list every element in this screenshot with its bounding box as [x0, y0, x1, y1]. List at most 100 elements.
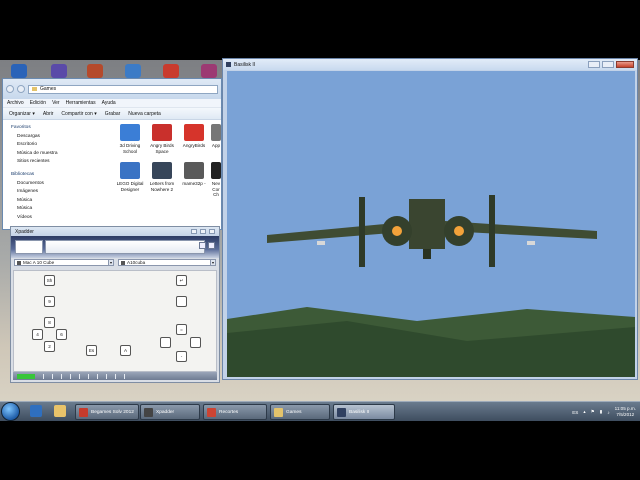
address-bar[interactable]: Games	[28, 84, 218, 94]
file-thumbnail	[120, 162, 140, 179]
file-thumbnail	[120, 124, 140, 141]
key-shift[interactable]: Sh	[44, 275, 55, 286]
taskbar-item-games[interactable]: Games	[270, 404, 330, 420]
key-8[interactable]: 8	[44, 317, 55, 328]
menu-edicion[interactable]: Edición	[30, 100, 46, 106]
folder-icon	[32, 87, 37, 91]
volume-icon[interactable]: ♪	[607, 410, 609, 415]
menu-herramientas[interactable]: Herramientas	[66, 100, 96, 106]
back-button[interactable]	[6, 85, 14, 93]
flag-icon[interactable]: ⚑	[591, 409, 595, 415]
sky	[227, 71, 635, 311]
menu-ver[interactable]: Ver	[52, 100, 60, 106]
key-unassigned[interactable]	[176, 296, 187, 307]
xpadder-title: Xpadder	[15, 228, 34, 235]
forward-button[interactable]	[17, 85, 25, 93]
internet-explorer-icon[interactable]	[30, 405, 42, 417]
key-2[interactable]: 2	[44, 341, 55, 352]
maximize-button[interactable]	[602, 61, 614, 68]
controller-layout: Sh 9 8 4 6 2 Es A ↵ = -	[13, 270, 217, 372]
nav-item-sitios-recientes[interactable]: Sitios recientes	[11, 158, 105, 167]
profile-dropdown-left[interactable]: Mac A 10 Cube ▾	[14, 259, 114, 266]
app-icon	[337, 407, 346, 417]
key-escape[interactable]: Es	[86, 345, 97, 356]
file-item[interactable]: App	[209, 124, 223, 149]
nav-item-escritorio[interactable]: Escritorio	[11, 141, 105, 150]
file-thumbnail	[152, 124, 172, 141]
profile-dropdown-right[interactable]: A10cuba ▾	[118, 259, 216, 266]
file-item[interactable]: 3d Driving School	[115, 124, 145, 154]
key-equals[interactable]: =	[176, 324, 187, 335]
minimize-button[interactable]	[588, 61, 600, 68]
close-profile-icon[interactable]	[208, 242, 215, 249]
menu-ayuda[interactable]: Ayuda	[102, 100, 116, 106]
xpadder-window: Xpadder Mac A 10 Cube ▾ A10cuba ▾ Sh 9 8…	[10, 226, 220, 383]
taskbar: Begames Solv 2012 Xpadder Recortes Games…	[0, 401, 640, 421]
taskbar-item-recortes[interactable]: Recortes	[203, 404, 267, 420]
file-item[interactable]: LEGO Digital Designer	[115, 162, 145, 192]
favorites-header[interactable]: Favoritos	[11, 124, 105, 133]
command-bar: Organizar ▾ Abrir Compartir con ▾ Grabar…	[3, 108, 221, 120]
explorer-window: Games Archivo Edición Ver Herramientas A…	[2, 78, 222, 230]
key-6[interactable]: 6	[56, 329, 67, 340]
app-icon	[79, 407, 88, 417]
screen: Games Archivo Edición Ver Herramientas A…	[0, 0, 640, 480]
basilisk-window: Basilisk II	[222, 58, 638, 380]
xpadder-header	[11, 236, 219, 258]
key-minus[interactable]: -	[176, 351, 187, 362]
nav-item-documentos[interactable]: Documentos	[11, 180, 105, 189]
key-4[interactable]: 4	[32, 329, 43, 340]
key-9[interactable]: 9	[44, 296, 55, 307]
file-item[interactable]: Nev Cor Ch	[209, 162, 223, 198]
file-item[interactable]: Angry Birds Space	[147, 124, 177, 154]
button-right[interactable]	[190, 337, 201, 348]
organize-button[interactable]: Organizar ▾	[9, 111, 35, 117]
nav-item-imagenes[interactable]: Imágenes	[11, 188, 105, 197]
maximize-button[interactable]	[200, 229, 206, 234]
close-button[interactable]	[616, 61, 634, 68]
start-button[interactable]	[1, 402, 20, 421]
file-item[interactable]: mame32p -	[179, 162, 209, 187]
xpadder-statusbar	[13, 372, 217, 380]
network-icon[interactable]: ▮	[600, 409, 603, 415]
folder-icon	[274, 407, 283, 417]
taskbar-item-begames[interactable]: Begames Solv 2012	[75, 404, 139, 420]
flight-scene	[227, 71, 635, 377]
new-folder-button[interactable]: Nueva carpeta	[128, 111, 161, 117]
minimize-button[interactable]	[191, 229, 197, 234]
open-button[interactable]: Abrir	[43, 111, 54, 117]
language-indicator[interactable]: ES	[572, 410, 578, 415]
nav-item-videos[interactable]: Vídeos	[11, 214, 105, 223]
nav-item-descargas[interactable]: Descargas	[11, 133, 105, 142]
burn-button[interactable]: Grabar	[105, 111, 121, 117]
nav-item-musica-muestra[interactable]: Música de muestra	[11, 150, 105, 159]
controller-selector[interactable]	[15, 240, 43, 254]
gamepad-icon	[144, 407, 153, 417]
file-thumbnail	[211, 162, 221, 179]
app-icon	[226, 62, 231, 67]
settings-icon[interactable]	[199, 242, 206, 249]
clock[interactable]: 11:05 p.m. 7/5/2012	[615, 406, 636, 418]
nav-item-music[interactable]: Música	[11, 197, 105, 206]
gamepad-icon	[121, 260, 125, 265]
taskbar-item-basilisk[interactable]: Basilisk II	[333, 404, 395, 420]
share-button[interactable]: Compartir con ▾	[61, 111, 96, 117]
menu-archivo[interactable]: Archivo	[7, 100, 24, 106]
explorer-icon[interactable]	[54, 405, 66, 417]
button-left[interactable]	[160, 337, 171, 348]
file-item[interactable]: Letters from Nowhere 2	[147, 162, 177, 192]
emulator-viewport[interactable]	[227, 71, 635, 377]
file-item[interactable]: AngryBirds	[179, 124, 209, 149]
basilisk-titlebar: Basilisk II	[223, 59, 637, 70]
libraries-header[interactable]: Bibliotecas	[11, 171, 105, 180]
taskbar-item-xpadder[interactable]: Xpadder	[140, 404, 200, 420]
file-list: 3d Driving School Angry Birds Space Angr…	[105, 120, 221, 230]
arrow-up-icon[interactable]: ▴	[583, 409, 585, 415]
file-thumbnail	[184, 162, 204, 179]
basilisk-title: Basilisk II	[234, 61, 256, 68]
menu-bar: Archivo Edición Ver Herramientas Ayuda	[3, 99, 221, 108]
nav-item-musica[interactable]: Música	[11, 205, 105, 214]
key-a[interactable]: A	[120, 345, 131, 356]
key-enter[interactable]: ↵	[176, 275, 187, 286]
close-button[interactable]	[209, 229, 215, 234]
